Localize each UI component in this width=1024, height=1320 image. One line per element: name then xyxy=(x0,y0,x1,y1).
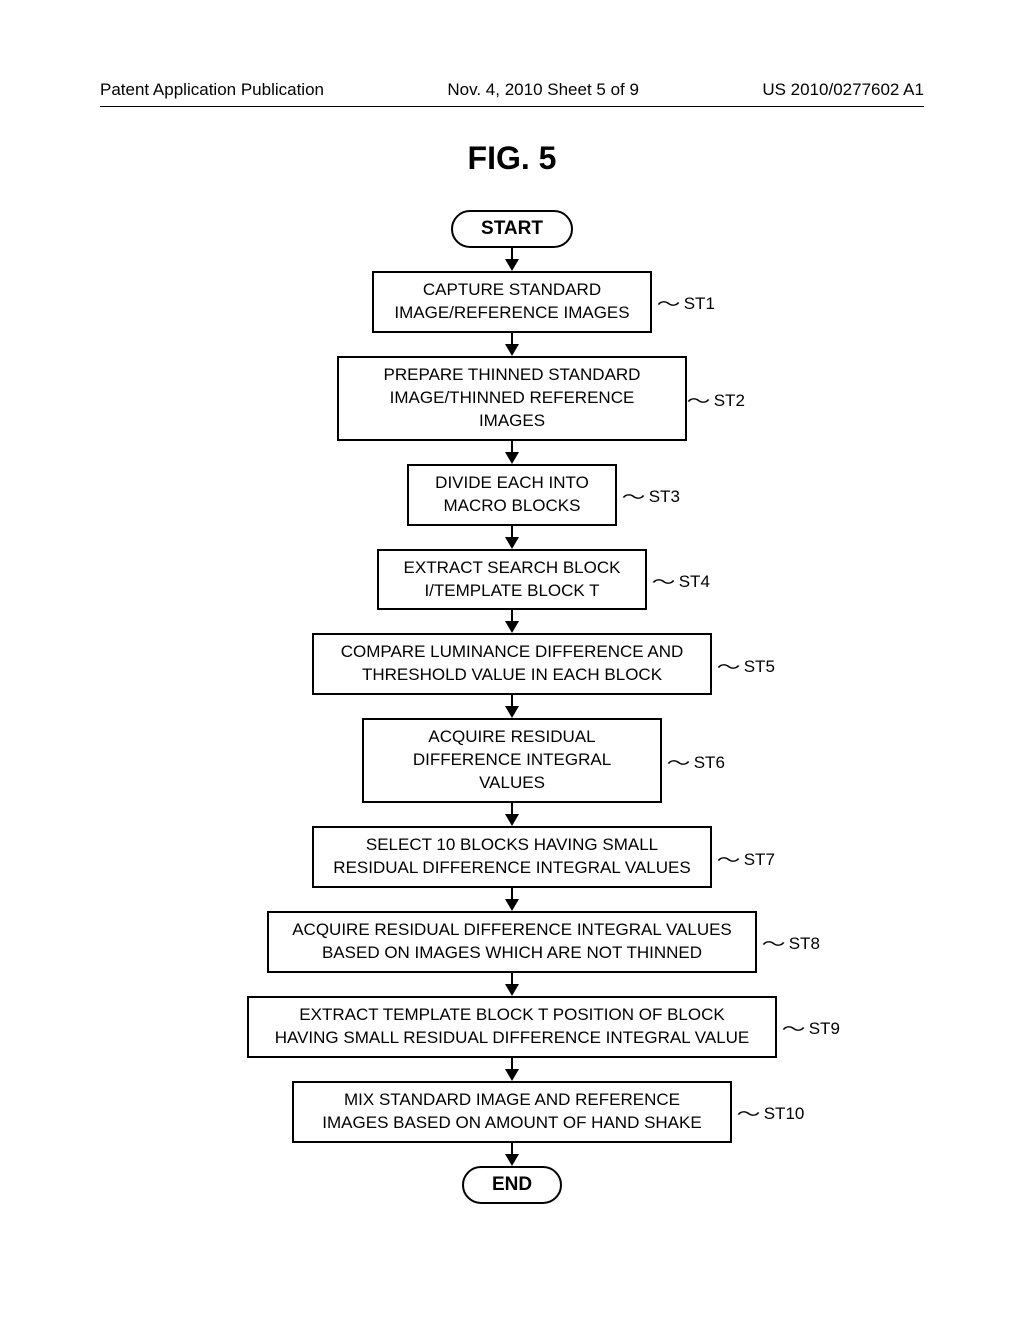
flow-process-st4: EXTRACT SEARCH BLOCKI/TEMPLATE BLOCK T xyxy=(377,549,647,611)
flow-process-st6: ACQUIRE RESIDUALDIFFERENCE INTEGRAL VALU… xyxy=(362,718,662,803)
flow-step-label: 〜 ST9 xyxy=(785,1014,840,1039)
header-center: Nov. 4, 2010 Sheet 5 of 9 xyxy=(447,80,639,100)
flow-arrow xyxy=(505,973,519,996)
flow-process-st1: CAPTURE STANDARDIMAGE/REFERENCE IMAGES xyxy=(372,271,652,333)
flow-step-label: 〜 ST2 xyxy=(690,386,745,411)
flow-step-row: MIX STANDARD IMAGE AND REFERENCEIMAGES B… xyxy=(0,1081,1024,1143)
flow-step-label: 〜 ST10 xyxy=(740,1099,804,1124)
flow-step-label: 〜 ST4 xyxy=(655,567,710,592)
flow-step-row: PREPARE THINNED STANDARDIMAGE/THINNED RE… xyxy=(0,356,1024,441)
header-left: Patent Application Publication xyxy=(100,80,324,100)
flow-process-st10: MIX STANDARD IMAGE AND REFERENCEIMAGES B… xyxy=(292,1081,732,1143)
flow-step-label: 〜 ST3 xyxy=(625,482,680,507)
page-header: Patent Application Publication Nov. 4, 2… xyxy=(0,80,1024,100)
flow-arrow xyxy=(505,1058,519,1081)
flow-end: END xyxy=(462,1166,562,1204)
figure-title: FIG. 5 xyxy=(0,140,1024,177)
flow-arrow xyxy=(505,1143,519,1166)
flow-step-row: CAPTURE STANDARDIMAGE/REFERENCE IMAGES 〜 … xyxy=(0,271,1024,333)
flow-arrow xyxy=(505,803,519,826)
flow-step-label: 〜 ST1 xyxy=(660,289,715,314)
flow-arrow xyxy=(505,248,519,271)
flow-step-label: 〜 ST6 xyxy=(670,748,725,773)
flow-arrow xyxy=(505,610,519,633)
flow-arrow xyxy=(505,441,519,464)
flow-process-st9: EXTRACT TEMPLATE BLOCK T POSITION OF BLO… xyxy=(247,996,777,1058)
flow-step-row: DIVIDE EACH INTOMACRO BLOCKS 〜 ST3 xyxy=(0,464,1024,526)
flow-step-row: EXTRACT TEMPLATE BLOCK T POSITION OF BLO… xyxy=(0,996,1024,1058)
flow-arrow xyxy=(505,695,519,718)
flow-process-st2: PREPARE THINNED STANDARDIMAGE/THINNED RE… xyxy=(337,356,687,441)
flowchart: START CAPTURE STANDARDIMAGE/REFERENCE IMA… xyxy=(0,210,1024,1204)
flow-process-st5: COMPARE LUMINANCE DIFFERENCE ANDTHRESHOL… xyxy=(312,633,712,695)
flow-start: START xyxy=(451,210,573,248)
flow-step-row: SELECT 10 BLOCKS HAVING SMALLRESIDUAL DI… xyxy=(0,826,1024,888)
flow-step-row: EXTRACT SEARCH BLOCKI/TEMPLATE BLOCK T 〜 … xyxy=(0,549,1024,611)
flow-arrow xyxy=(505,333,519,356)
flow-step-label: 〜 ST7 xyxy=(720,845,775,870)
flow-process-st8: ACQUIRE RESIDUAL DIFFERENCE INTEGRAL VAL… xyxy=(267,911,757,973)
header-right: US 2010/0277602 A1 xyxy=(762,80,924,100)
flow-arrow xyxy=(505,526,519,549)
flow-step-row: ACQUIRE RESIDUAL DIFFERENCE INTEGRAL VAL… xyxy=(0,911,1024,973)
flow-step-label: 〜 ST5 xyxy=(720,652,775,677)
flow-process-st3: DIVIDE EACH INTOMACRO BLOCKS xyxy=(407,464,617,526)
flow-step-row: COMPARE LUMINANCE DIFFERENCE ANDTHRESHOL… xyxy=(0,633,1024,695)
flow-step-row: ACQUIRE RESIDUALDIFFERENCE INTEGRAL VALU… xyxy=(0,718,1024,803)
flow-arrow xyxy=(505,888,519,911)
flow-process-st7: SELECT 10 BLOCKS HAVING SMALLRESIDUAL DI… xyxy=(312,826,712,888)
header-rule xyxy=(100,106,924,107)
flow-step-label: 〜 ST8 xyxy=(765,929,820,954)
